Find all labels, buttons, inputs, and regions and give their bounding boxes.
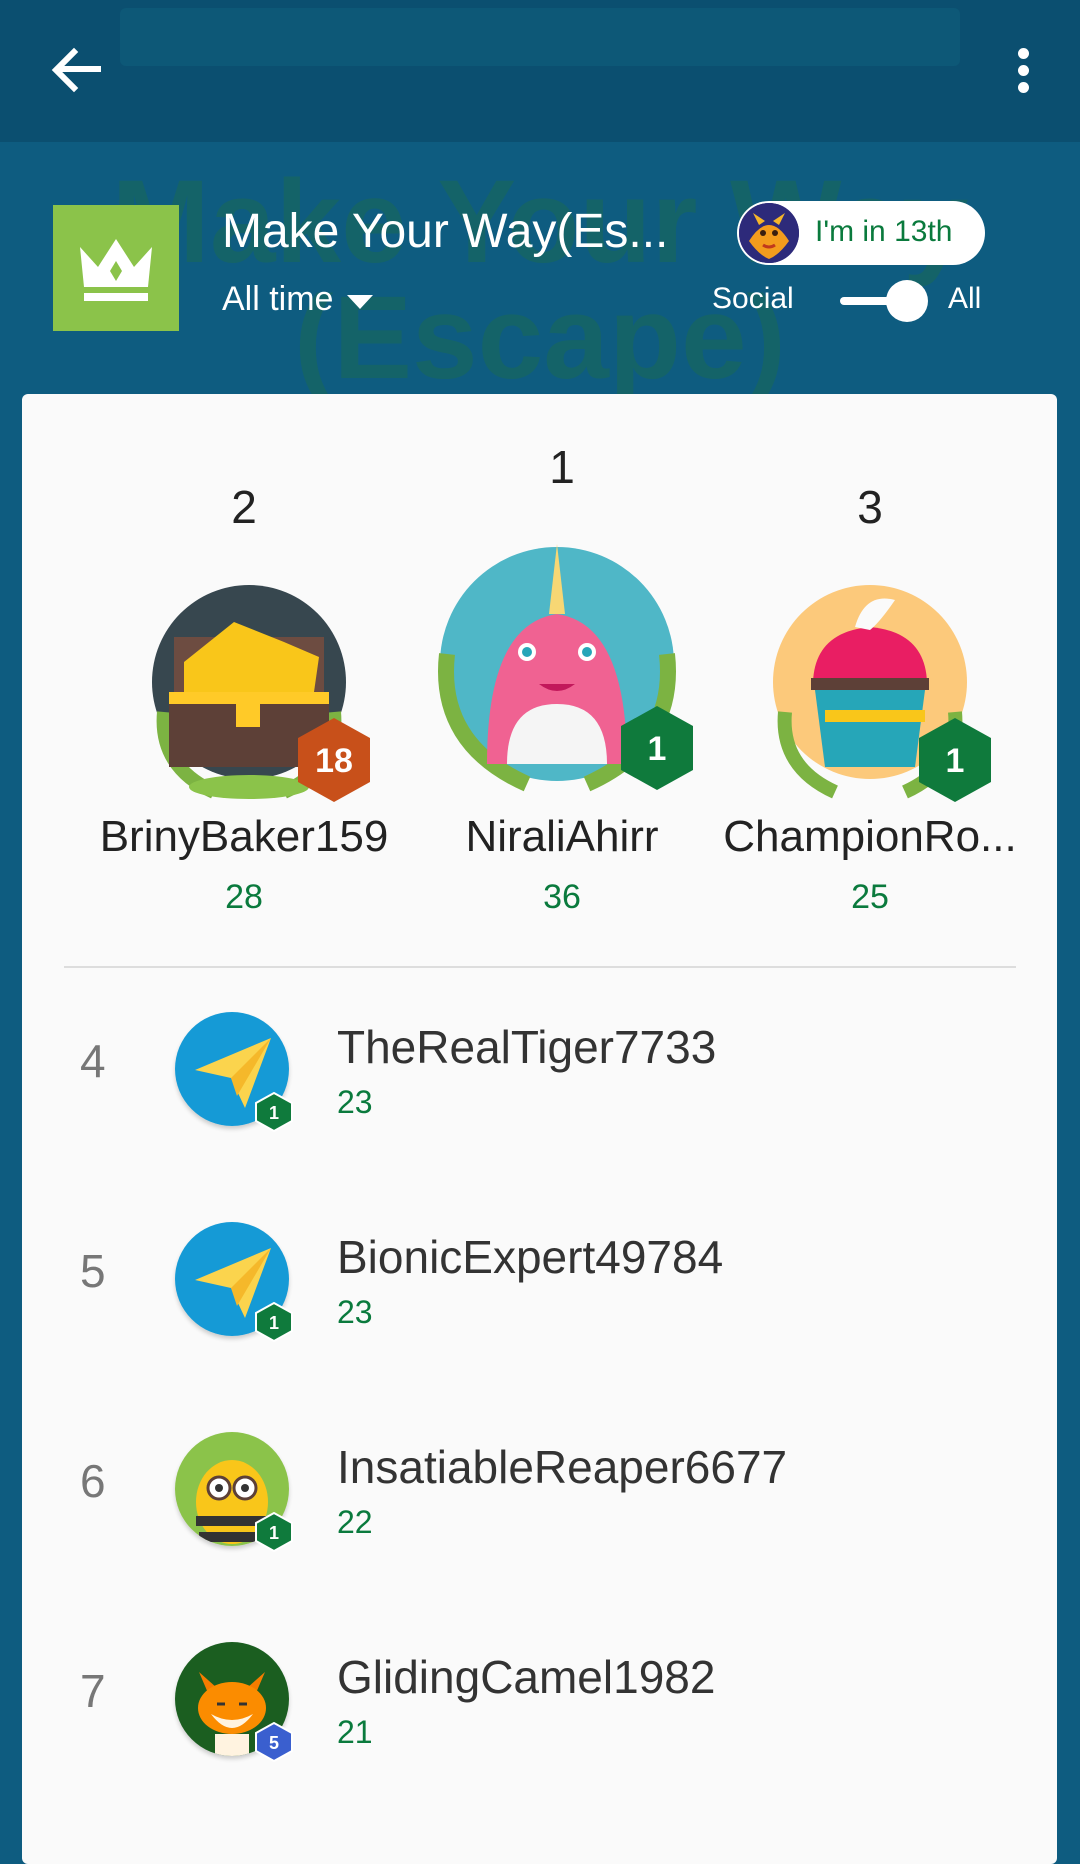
social-all-toggle[interactable]: [840, 279, 936, 323]
svg-text:1: 1: [946, 742, 965, 780]
my-avatar: [739, 203, 799, 263]
arrow-back-icon: [51, 47, 101, 93]
list-score: 21: [337, 1714, 373, 1750]
timeframe-label: All time: [222, 280, 334, 318]
list-score: 22: [337, 1504, 373, 1540]
list-item[interactable]: 6 1 InsatiableReaper6677 22: [22, 1414, 1057, 1594]
list-rank: 4: [80, 1035, 106, 1087]
social-label: Social: [712, 282, 794, 315]
level-badge: 18: [298, 718, 370, 802]
level-badge: 1: [255, 1512, 293, 1552]
leaderboard-header: Make Your Way (Escape) Make Your Way(Es.…: [0, 142, 1080, 394]
all-label: All: [948, 282, 982, 315]
my-rank-label: I'm in 13th: [815, 215, 953, 248]
game-icon: [53, 205, 179, 331]
timeframe-dropdown[interactable]: All time: [222, 280, 374, 319]
podium-divider: [64, 966, 1016, 968]
leaderboard-card: 2 18 BrinyBaker159 28 1 1 NiraliAhirr 36…: [22, 394, 1057, 1864]
dropdown-arrow-icon: [347, 294, 374, 309]
app-bar: [0, 0, 1080, 142]
svg-text:1: 1: [269, 1313, 279, 1333]
list-item[interactable]: 4 1 TheRealTiger7733 23: [22, 994, 1057, 1174]
list-username: GlidingCamel1982: [337, 1651, 716, 1703]
svg-text:1: 1: [269, 1103, 279, 1123]
podium-rank: 3: [857, 481, 883, 533]
podium-name: ChampionRo...: [723, 812, 1017, 861]
list-score: 23: [337, 1084, 373, 1120]
podium: 2 18 BrinyBaker159 28 1 1 NiraliAhirr 36…: [22, 394, 1057, 934]
level-badge: 1: [255, 1302, 293, 1342]
svg-text:1: 1: [269, 1523, 279, 1543]
list-username: InsatiableReaper6677: [337, 1441, 788, 1493]
list-item[interactable]: 7 5 GlidingCamel1982 21: [22, 1624, 1057, 1804]
crown-icon: [80, 239, 152, 301]
back-button[interactable]: [40, 36, 110, 106]
list-rank: 7: [80, 1665, 106, 1717]
svg-text:5: 5: [269, 1733, 279, 1753]
my-rank-chip[interactable]: I'm in 13th: [737, 201, 985, 265]
podium-third[interactable]: 3 1 ChampionRo... 25: [690, 394, 1050, 934]
level-badge: 1: [919, 718, 991, 802]
list-score: 23: [337, 1294, 373, 1330]
level-badge: 5: [255, 1722, 293, 1762]
level-badge: 1: [621, 706, 693, 790]
more-vert-icon: [1018, 48, 1029, 59]
list-item[interactable]: 5 1 BionicExpert49784 23: [22, 1204, 1057, 1384]
podium-score: 25: [851, 878, 889, 916]
list-username: BionicExpert49784: [337, 1231, 724, 1283]
level-badge: 1: [255, 1092, 293, 1132]
svg-text:1: 1: [648, 730, 667, 768]
list-rank: 6: [80, 1455, 106, 1507]
list-username: TheRealTiger7733: [337, 1021, 717, 1073]
list-rank: 5: [80, 1245, 106, 1297]
app-bar-banner: [120, 8, 960, 66]
leaderboard-title: Make Your Way(Es...: [222, 205, 669, 258]
svg-text:18: 18: [315, 742, 353, 780]
more-options-button[interactable]: [1000, 40, 1048, 100]
